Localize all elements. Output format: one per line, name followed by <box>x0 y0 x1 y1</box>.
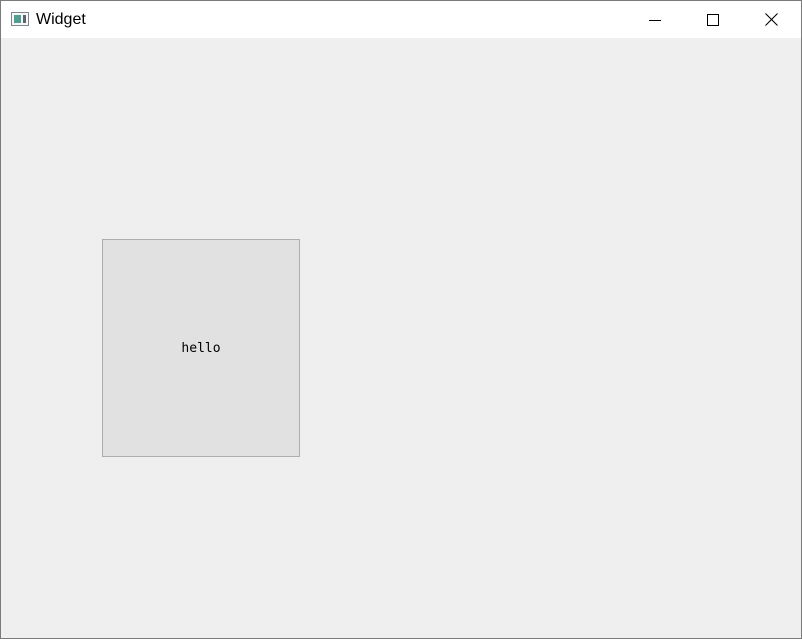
close-button[interactable] <box>742 1 800 38</box>
close-icon <box>764 13 778 26</box>
minimize-button[interactable] <box>626 1 684 38</box>
hello-widget[interactable]: hello <box>102 239 300 457</box>
maximize-icon <box>707 13 719 26</box>
client-area: hello <box>1 38 801 638</box>
hello-label: hello <box>181 340 221 356</box>
window-title: Widget <box>36 11 86 28</box>
title-bar[interactable]: Widget <box>1 1 801 38</box>
app-window: Widget hello <box>0 0 802 639</box>
maximize-button[interactable] <box>684 1 742 38</box>
window-app-icon[interactable] <box>11 12 29 26</box>
minimize-icon <box>649 19 661 21</box>
